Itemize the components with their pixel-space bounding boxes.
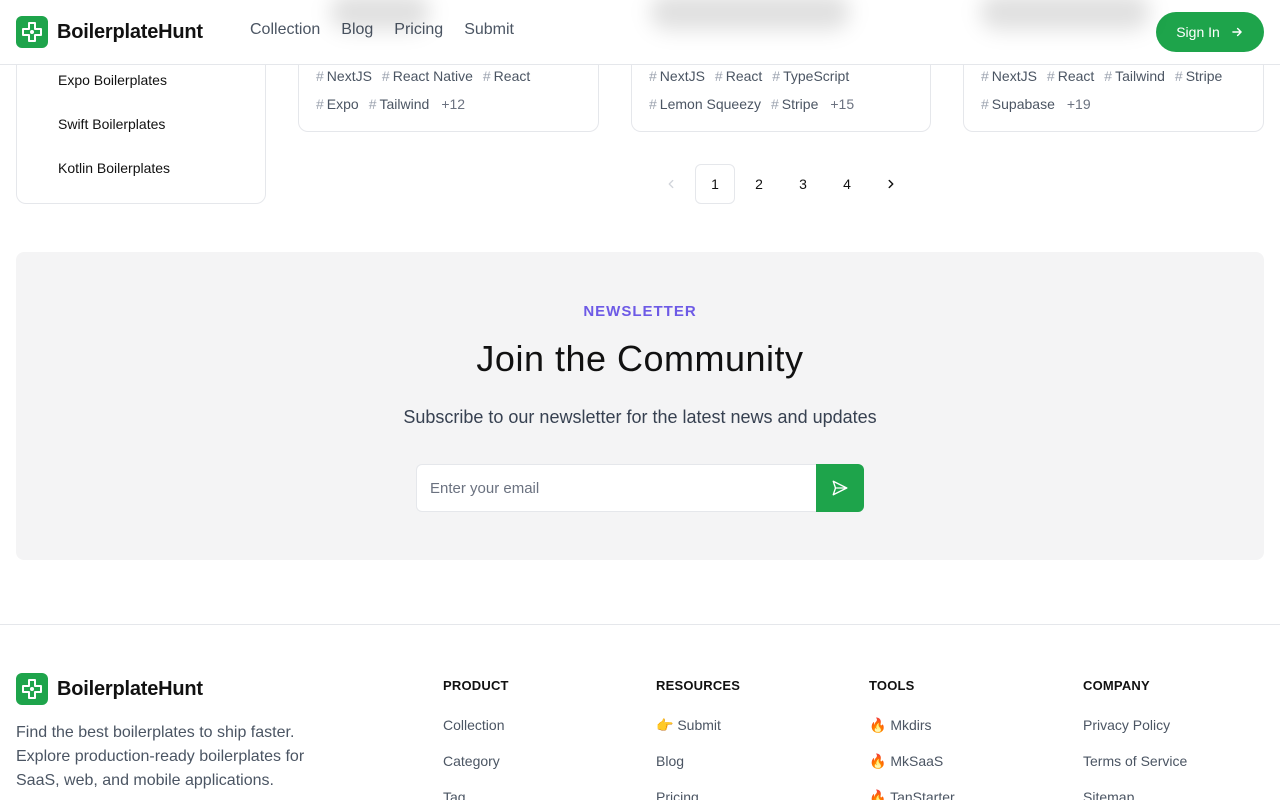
- scrolled-card-shadow: [650, 0, 850, 30]
- footer-link[interactable]: Privacy Policy: [1083, 717, 1187, 753]
- prev-page-button[interactable]: [651, 164, 691, 204]
- tag[interactable]: # React Native: [382, 68, 473, 84]
- tag-row: # Supabase +19: [981, 96, 1091, 112]
- tag[interactable]: # TypeScript: [772, 68, 849, 84]
- scrolled-card-shadow: [980, 0, 1150, 30]
- pagination: 1 2 3 4: [651, 164, 911, 204]
- tag[interactable]: # React: [715, 68, 762, 84]
- footer-description: Find the best boilerplates to ship faste…: [16, 724, 305, 789]
- tag[interactable]: # Stripe: [771, 96, 818, 112]
- brand-name: BoilerplateHunt: [57, 20, 203, 43]
- sign-in-button[interactable]: Sign In: [1156, 12, 1264, 52]
- tag[interactable]: # NextJS: [981, 68, 1037, 84]
- sign-in-label: Sign In: [1176, 24, 1220, 40]
- tag[interactable]: # Stripe: [1175, 68, 1222, 84]
- chevron-left-icon: [668, 179, 674, 189]
- subscribe-button[interactable]: [816, 464, 864, 512]
- clover-logo-icon: [16, 16, 48, 48]
- tag-row: # NextJS # React Native # React: [316, 68, 530, 84]
- footer-column-resources: RESOURCES 👉 Submit Blog Pricing: [656, 678, 740, 800]
- footer-column-title: TOOLS: [869, 678, 915, 693]
- tag[interactable]: # Tailwind: [369, 96, 430, 112]
- footer-link[interactable]: Sitemap: [1083, 789, 1187, 800]
- tag[interactable]: # NextJS: [649, 68, 705, 84]
- footer-link[interactable]: Terms of Service: [1083, 753, 1187, 789]
- footer-link[interactable]: Tag: [443, 789, 509, 800]
- footer-link[interactable]: 🔥 Mkdirs: [869, 717, 955, 753]
- tag[interactable]: # React: [1047, 68, 1094, 84]
- footer-brand-name: BoilerplateHunt: [57, 677, 203, 700]
- footer-column-title: PRODUCT: [443, 678, 509, 693]
- footer-link[interactable]: Category: [443, 753, 509, 789]
- footer-link[interactable]: Blog: [656, 753, 740, 789]
- tag[interactable]: # Supabase: [981, 96, 1055, 112]
- footer-brand-logo[interactable]: BoilerplateHunt: [16, 673, 203, 705]
- chevron-right-icon: [888, 179, 894, 189]
- tag[interactable]: # Lemon Squeezy: [649, 96, 761, 112]
- more-tags-count: +15: [830, 96, 855, 112]
- sidebar-item-swift[interactable]: Swift Boilerplates: [58, 116, 165, 132]
- send-icon: [832, 480, 848, 496]
- footer-column-product: PRODUCT Collection Category Tag: [443, 678, 509, 800]
- nav-collection[interactable]: Collection: [250, 21, 320, 39]
- tag-row: # Lemon Squeezy # Stripe +15: [649, 96, 854, 112]
- nav-submit[interactable]: Submit: [464, 21, 514, 39]
- scrolled-card-shadow: [330, 0, 430, 30]
- footer-link[interactable]: 🔥 TanStarter: [869, 789, 955, 800]
- more-tags-count: +19: [1066, 96, 1091, 112]
- footer-divider: [0, 624, 1280, 625]
- footer-link[interactable]: 🔥 MkSaaS: [869, 753, 955, 789]
- footer-column-company: COMPANY Privacy Policy Terms of Service …: [1083, 678, 1187, 800]
- page-1-button[interactable]: 1: [695, 164, 735, 204]
- sidebar-item-kotlin[interactable]: Kotlin Boilerplates: [58, 160, 170, 176]
- tag-row: # NextJS # React # Tailwind # Stripe: [981, 68, 1222, 84]
- tag[interactable]: # Expo: [316, 96, 359, 112]
- tag-row: # NextJS # React # TypeScript: [649, 68, 849, 84]
- clover-logo-icon: [16, 673, 48, 705]
- footer-column-title: RESOURCES: [656, 678, 741, 693]
- footer-link[interactable]: Pricing: [656, 789, 740, 800]
- tag[interactable]: # Tailwind: [1104, 68, 1165, 84]
- page-2-button[interactable]: 2: [739, 164, 779, 204]
- footer-column-tools: TOOLS 🔥 Mkdirs 🔥 MkSaaS 🔥 TanStarter: [869, 678, 955, 800]
- arrow-right-icon: [1232, 27, 1242, 37]
- footer-link[interactable]: Collection: [443, 717, 509, 753]
- email-input[interactable]: [416, 464, 817, 512]
- sidebar-item-expo[interactable]: Expo Boilerplates: [58, 72, 167, 88]
- next-page-button[interactable]: [871, 164, 911, 204]
- newsletter-section: NEWSLETTER Join the Community Subscribe …: [16, 252, 1264, 560]
- newsletter-title: Join the Community: [476, 338, 804, 379]
- more-tags-count: +12: [441, 96, 466, 112]
- tag[interactable]: # React: [483, 68, 530, 84]
- tag[interactable]: # NextJS: [316, 68, 372, 84]
- footer-link[interactable]: 👉 Submit: [656, 717, 740, 753]
- brand-logo[interactable]: BoilerplateHunt: [16, 16, 203, 48]
- footer-column-title: COMPANY: [1083, 678, 1150, 693]
- newsletter-label: NEWSLETTER: [583, 303, 697, 320]
- newsletter-subtitle: Subscribe to our newsletter for the late…: [403, 407, 877, 427]
- page-4-button[interactable]: 4: [827, 164, 867, 204]
- page-3-button[interactable]: 3: [783, 164, 823, 204]
- tag-row: # Expo # Tailwind +12: [316, 96, 465, 112]
